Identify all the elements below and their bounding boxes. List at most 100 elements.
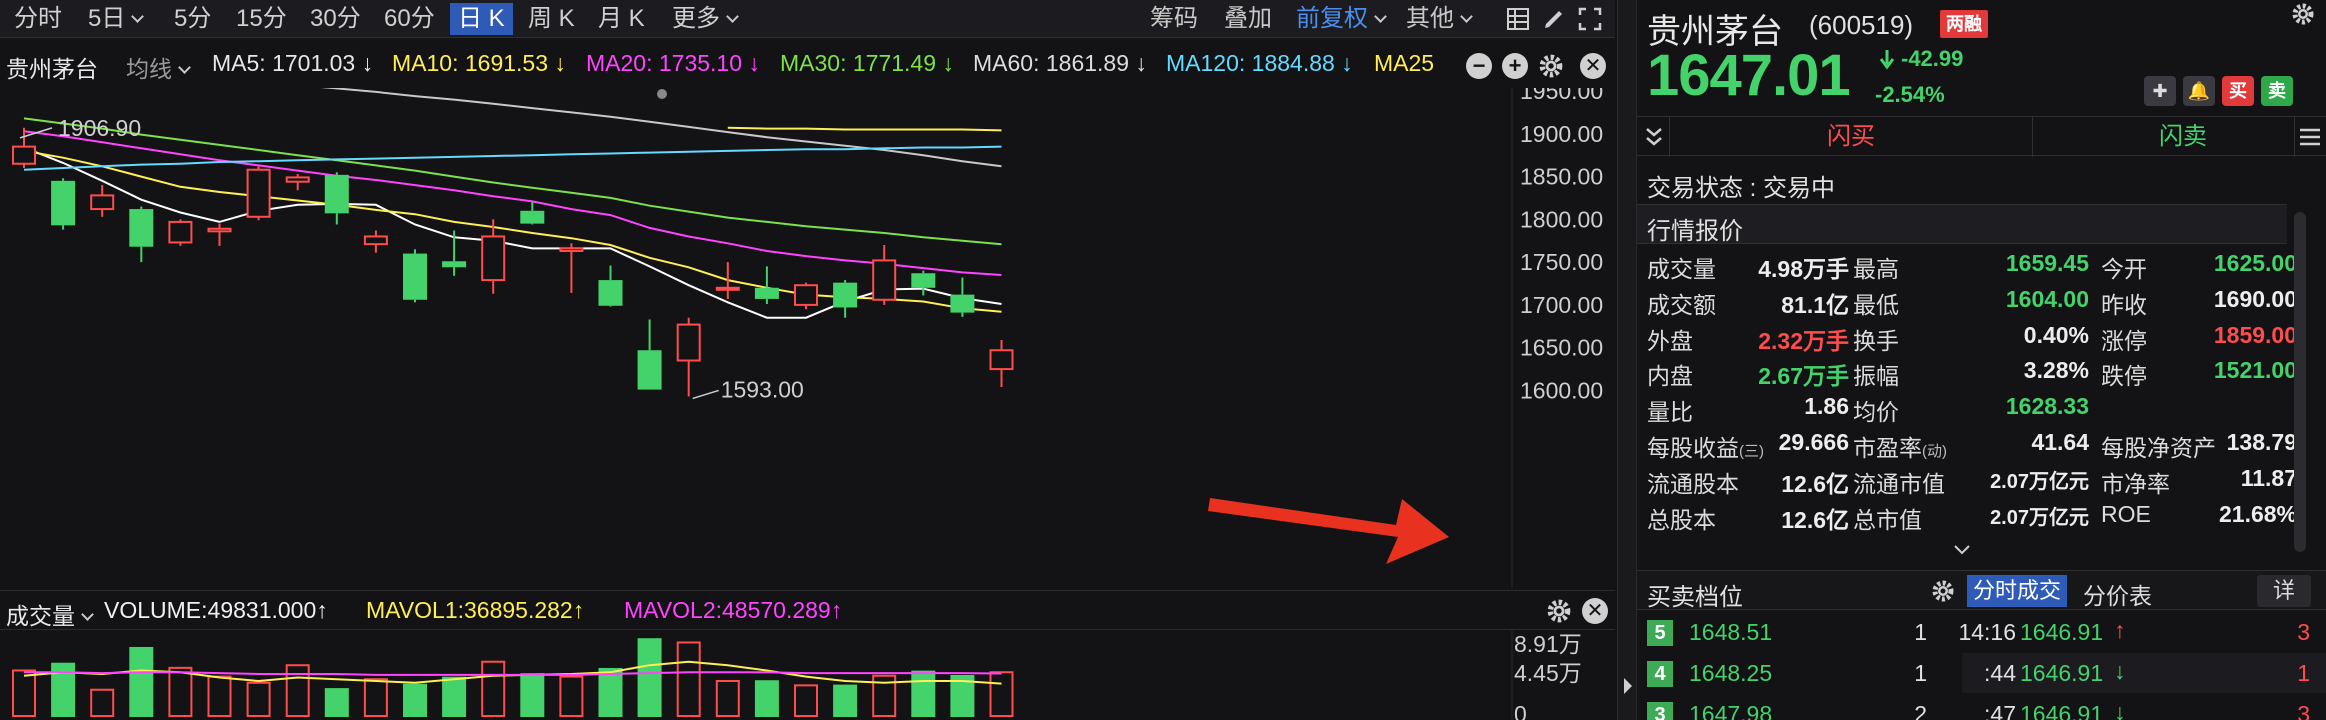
quote-value: 1690.00 [2213, 285, 2297, 312]
quote-label-text: 今开 [2101, 256, 2147, 282]
flash-buy-button[interactable]: 闪买 [1671, 117, 2031, 157]
candle[interactable] [285, 173, 310, 191]
candle[interactable] [559, 243, 584, 293]
double-chevron-down-icon[interactable] [1645, 127, 1663, 147]
period-tab-5day[interactable]: 5日 [88, 3, 145, 35]
sell-button[interactable]: 卖 [2261, 76, 2293, 106]
period-tab-60min[interactable]: 60分 [384, 3, 435, 35]
candle[interactable] [989, 339, 1014, 388]
quote-label: 跌停 [2101, 357, 2147, 391]
fullscreen-icon[interactable] [1578, 7, 1602, 31]
candle[interactable] [403, 249, 427, 303]
add-watchlist-button[interactable]: ✚ [2144, 76, 2176, 106]
quote-label: 最高 [1853, 250, 1899, 284]
period-label: 月 K [598, 5, 645, 32]
quote-value: 41.64 [2031, 429, 2089, 455]
candle[interactable] [950, 277, 975, 317]
candle[interactable] [872, 245, 897, 305]
volume-bar [715, 679, 740, 717]
overlay-dropdown[interactable]: 叠加 [1224, 3, 1272, 35]
layout-grid-icon[interactable] [1506, 7, 1530, 31]
add-plus-icon[interactable]: + [1502, 53, 1528, 79]
period-tab-more[interactable]: 更多 [672, 3, 739, 35]
ma-line-ma250 [727, 126, 1002, 132]
quote-label-text: 成交量 [1647, 256, 1716, 282]
candle[interactable] [676, 317, 701, 397]
chouma-button[interactable]: 筹码 [1150, 3, 1198, 35]
draw-pen-icon[interactable] [1542, 7, 1566, 31]
ma10-label: MA10: 1691.53 ↓ [392, 50, 566, 76]
volume-chart[interactable]: 8.91万 4.45万 0 [0, 630, 1615, 720]
quote-label-text: 最高 [1853, 256, 1899, 282]
period-tab-15min[interactable]: 15分 [236, 3, 287, 35]
period-tab-fenshi[interactable]: 分时 [14, 3, 62, 35]
candlestick-chart[interactable]: 1950.00 1900.00 1850.00 1800.00 1750.00 1700.… [0, 88, 1615, 588]
candle[interactable] [51, 178, 76, 230]
quote-scrollbar[interactable] [2294, 212, 2306, 552]
quote-label-text: 振幅 [1853, 363, 1899, 390]
candle[interactable] [637, 319, 662, 390]
bid-level-row[interactable]: 4 1648.25 1 [1637, 653, 1957, 693]
indicator-mode-dropdown[interactable]: 均线 [126, 50, 191, 84]
candle[interactable] [324, 172, 349, 225]
expand-chevron-icon[interactable] [1953, 544, 1971, 556]
period-tab-weekly[interactable]: 周 K [528, 3, 575, 35]
quote-label: 昨收 [2101, 286, 2147, 320]
chart-stock-name: 贵州茅台 [6, 56, 98, 82]
candle[interactable] [168, 219, 193, 246]
last-price: 1647.01 [1647, 43, 1851, 108]
volume-indicator-dropdown[interactable]: 成交量 [6, 597, 94, 631]
mavol2-line [24, 671, 1002, 676]
collapse-minus-icon[interactable]: − [1466, 53, 1492, 79]
candle[interactable] [715, 262, 740, 299]
menu-hamburger-icon[interactable] [2299, 127, 2321, 147]
alert-bell-icon[interactable]: 🔔 [2183, 76, 2215, 106]
candle[interactable] [911, 270, 936, 296]
flash-sell-button[interactable]: 闪卖 [2033, 117, 2326, 157]
period-tab-30min[interactable]: 30分 [310, 3, 361, 35]
period-tab-5min[interactable]: 5分 [174, 3, 211, 35]
y-axis-tick-label: 1700.00 [1520, 292, 1603, 318]
tab-time-trades[interactable]: 分时成交 [1967, 575, 2068, 607]
detail-button[interactable]: 详 [2257, 575, 2311, 607]
fuquan-dropdown[interactable]: 前复权 [1296, 3, 1387, 35]
buy-button[interactable]: 买 [2222, 76, 2254, 106]
candle[interactable] [833, 280, 858, 318]
order-book-gear-icon[interactable] [1931, 579, 1955, 603]
period-tab-daily[interactable]: 日 K [450, 3, 513, 35]
candle[interactable] [129, 206, 154, 263]
panel-settings-gear-icon[interactable] [2291, 2, 2315, 26]
tab-price-table[interactable]: 分价表 [2083, 577, 2152, 611]
candle[interactable] [90, 185, 115, 217]
quote-label-text: 最低 [1853, 291, 1899, 318]
trade-direction-icon: ↓ [2114, 658, 2126, 684]
candle[interactable] [598, 265, 623, 307]
candle[interactable] [246, 166, 271, 221]
y-axis-tick-label: 1800.00 [1520, 206, 1603, 232]
candle[interactable] [207, 223, 232, 246]
quote-label-text: 均价 [1853, 399, 1899, 426]
candle[interactable] [363, 230, 388, 253]
volume-settings-gear-icon[interactable] [1546, 598, 1572, 624]
quote-label: 量比 [1647, 393, 1693, 427]
candle[interactable] [520, 202, 545, 225]
other-dropdown[interactable]: 其他 [1406, 3, 1473, 35]
bid-level-row[interactable]: 3 1647.98 2 [1637, 694, 1957, 720]
period-tab-monthly[interactable]: 月 K [598, 3, 645, 35]
overlay-label: 叠加 [1224, 5, 1272, 32]
period-label: 日 K [458, 5, 505, 32]
bid-level-row[interactable]: 5 1648.51 1 [1637, 612, 1957, 652]
close-icon[interactable]: ✕ [1580, 53, 1606, 79]
panel-divider[interactable] [1617, 0, 1637, 720]
ma250-label: MA25 [1374, 50, 1435, 76]
quote-label-note: (三) [1739, 443, 1764, 460]
volume-axis-tick-label: 4.45万 [1514, 660, 1582, 686]
volume-close-icon[interactable]: ✕ [1582, 598, 1608, 624]
settings-gear-icon[interactable] [1538, 53, 1564, 79]
quote-value: 4.98万手 [1758, 256, 1849, 282]
quote-value: 1625.00 [2213, 250, 2297, 276]
quote-label-text: 跌停 [2101, 363, 2147, 390]
candle[interactable] [794, 282, 818, 310]
low-price-annotation: 1593.00 [721, 376, 804, 402]
candle[interactable] [481, 219, 506, 294]
